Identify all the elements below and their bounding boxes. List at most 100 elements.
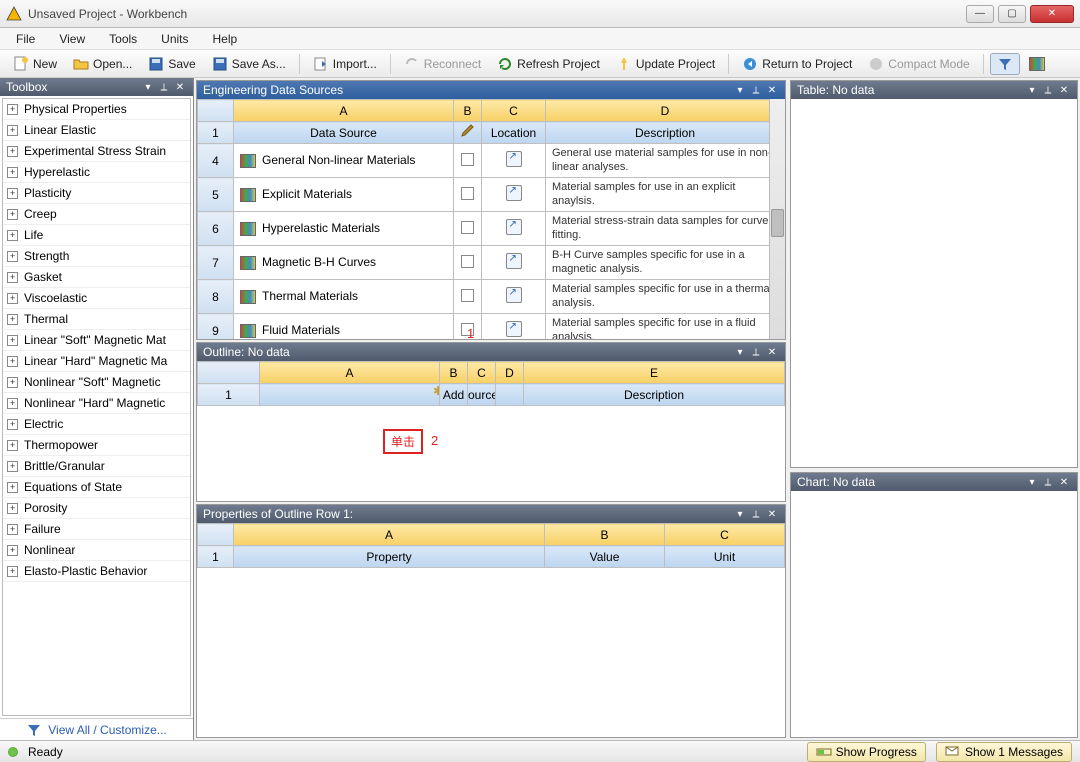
eds-col-c[interactable]: C	[482, 100, 546, 122]
expand-icon[interactable]: +	[7, 230, 18, 241]
props-col-c[interactable]: C	[665, 524, 785, 546]
eds-cell-check[interactable]	[454, 144, 482, 178]
props-close[interactable]: ✕	[765, 507, 779, 521]
eds-cell-name[interactable]: Explicit Materials	[234, 178, 454, 212]
eds-cell-check[interactable]	[454, 212, 482, 246]
outline-pin[interactable]: ⟂	[749, 345, 763, 359]
toolbox-dropdown[interactable]: ▾	[141, 80, 155, 94]
toolbox-item[interactable]: +Thermal	[3, 309, 190, 330]
outline-col-c[interactable]: C	[468, 362, 496, 384]
expand-icon[interactable]: +	[7, 503, 18, 514]
toolbox-list[interactable]: +Physical Properties+Linear Elastic+Expe…	[2, 98, 191, 716]
toolbox-item[interactable]: +Physical Properties	[3, 99, 190, 120]
menu-view[interactable]: View	[53, 30, 91, 48]
materials-button[interactable]	[1022, 54, 1052, 74]
eds-cell-location[interactable]	[482, 314, 546, 340]
eds-pin[interactable]: ⟂	[749, 83, 763, 97]
open-button[interactable]: Open...	[66, 53, 139, 75]
expand-icon[interactable]: +	[7, 251, 18, 262]
expand-icon[interactable]: +	[7, 314, 18, 325]
eds-cell-name[interactable]: General Non-linear Materials	[234, 144, 454, 178]
checkbox-icon[interactable]	[461, 255, 474, 268]
eds-dropdown[interactable]: ▾	[733, 83, 747, 97]
eds-row-num[interactable]: 7	[198, 246, 234, 280]
chart-dropdown[interactable]: ▾	[1025, 475, 1039, 489]
props-col-b[interactable]: B	[545, 524, 665, 546]
outline-col-d[interactable]: D	[496, 362, 524, 384]
toolbox-item[interactable]: +Failure	[3, 519, 190, 540]
toolbox-item[interactable]: +Plasticity	[3, 183, 190, 204]
eds-cell-name[interactable]: Fluid Materials	[234, 314, 454, 340]
eds-cell-location[interactable]	[482, 144, 546, 178]
eds-row-num[interactable]: 8	[198, 280, 234, 314]
toolbox-item[interactable]: +Nonlinear "Hard" Magnetic	[3, 393, 190, 414]
props-dropdown[interactable]: ▾	[733, 507, 747, 521]
expand-icon[interactable]: +	[7, 461, 18, 472]
expand-icon[interactable]: +	[7, 146, 18, 157]
expand-icon[interactable]: +	[7, 293, 18, 304]
toolbox-item[interactable]: +Gasket	[3, 267, 190, 288]
outline-col-a[interactable]: A	[260, 362, 440, 384]
checkbox-icon[interactable]	[461, 187, 474, 200]
eds-cell-location[interactable]	[482, 246, 546, 280]
menu-file[interactable]: File	[10, 30, 41, 48]
eds-scrollbar[interactable]	[769, 99, 785, 339]
expand-icon[interactable]: +	[7, 125, 18, 136]
checkbox-icon[interactable]	[461, 289, 474, 302]
expand-icon[interactable]: +	[7, 209, 18, 220]
location-icon[interactable]	[506, 151, 522, 167]
location-icon[interactable]	[506, 287, 522, 303]
expand-icon[interactable]: +	[7, 335, 18, 346]
eds-row-1[interactable]: 1	[198, 122, 234, 144]
eds-col-a[interactable]: A	[234, 100, 454, 122]
location-icon[interactable]	[506, 219, 522, 235]
expand-icon[interactable]: +	[7, 398, 18, 409]
toolbox-item[interactable]: +Linear "Soft" Magnetic Mat	[3, 330, 190, 351]
show-progress-button[interactable]: Show Progress	[807, 742, 926, 762]
eds-cell-check[interactable]	[454, 280, 482, 314]
toolbox-item[interactable]: +Equations of State	[3, 477, 190, 498]
eds-col-d[interactable]: D	[546, 100, 785, 122]
new-button[interactable]: New	[6, 53, 64, 75]
toolbox-item[interactable]: +Linear Elastic	[3, 120, 190, 141]
toolbox-item[interactable]: +Linear "Hard" Magnetic Ma	[3, 351, 190, 372]
refresh-button[interactable]: Refresh Project	[490, 53, 607, 75]
window-maximize-button[interactable]: ▢	[998, 5, 1026, 23]
toolbox-viewall[interactable]: View All / Customize...	[0, 718, 193, 740]
eds-cell-check[interactable]	[454, 246, 482, 280]
eds-row-num[interactable]: 9	[198, 314, 234, 340]
expand-icon[interactable]: +	[7, 419, 18, 430]
toolbox-item[interactable]: +Nonlinear	[3, 540, 190, 561]
props-row-1[interactable]: 1	[198, 546, 234, 568]
toolbox-close[interactable]: ✕	[173, 80, 187, 94]
toolbox-item[interactable]: +Brittle/Granular	[3, 456, 190, 477]
window-close-button[interactable]: ✕	[1030, 5, 1074, 23]
menu-tools[interactable]: Tools	[103, 30, 143, 48]
toolbox-item[interactable]: +Strength	[3, 246, 190, 267]
expand-icon[interactable]: +	[7, 167, 18, 178]
eds-cell-location[interactable]	[482, 212, 546, 246]
save-button[interactable]: Save	[141, 53, 202, 75]
expand-icon[interactable]: +	[7, 524, 18, 535]
menu-units[interactable]: Units	[155, 30, 194, 48]
table-dropdown[interactable]: ▾	[1025, 83, 1039, 97]
eds-col-b[interactable]: B	[454, 100, 482, 122]
compact-button[interactable]: Compact Mode	[861, 53, 976, 75]
saveas-button[interactable]: Save As...	[205, 53, 293, 75]
checkbox-icon[interactable]	[461, 221, 474, 234]
chart-close[interactable]: ✕	[1057, 475, 1071, 489]
show-messages-button[interactable]: Show 1 Messages	[936, 742, 1072, 762]
eds-row-num[interactable]: 5	[198, 178, 234, 212]
expand-icon[interactable]: +	[7, 104, 18, 115]
toolbox-item[interactable]: +Elasto-Plastic Behavior	[3, 561, 190, 582]
eds-cell-name[interactable]: Hyperelastic Materials	[234, 212, 454, 246]
props-col-a[interactable]: A	[234, 524, 545, 546]
location-icon[interactable]	[506, 321, 522, 337]
toolbox-item[interactable]: +Thermopower	[3, 435, 190, 456]
chart-pin[interactable]: ⟂	[1041, 475, 1055, 489]
toolbox-item[interactable]: +Electric	[3, 414, 190, 435]
import-button[interactable]: Import...	[306, 53, 384, 75]
location-icon[interactable]	[506, 253, 522, 269]
return-button[interactable]: Return to Project	[735, 53, 859, 75]
expand-icon[interactable]: +	[7, 545, 18, 556]
